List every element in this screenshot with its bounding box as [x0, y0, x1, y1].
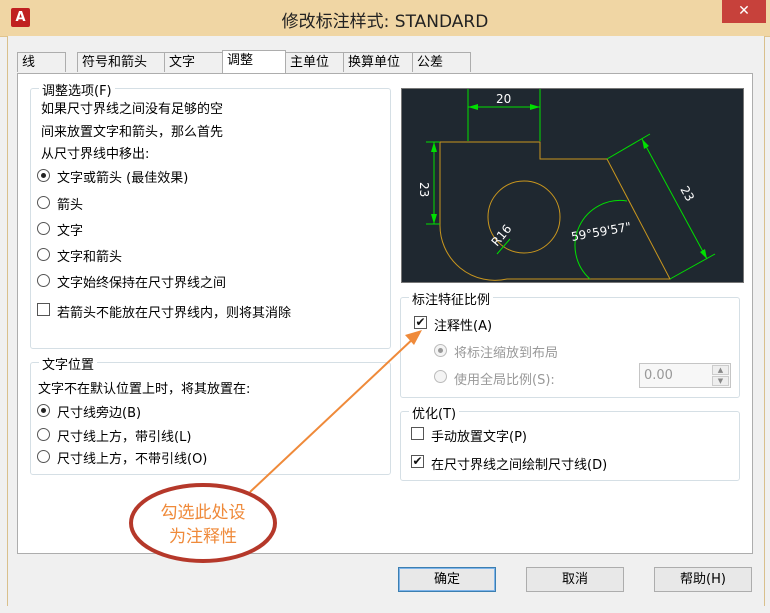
- cancel-button[interactable]: 取消: [526, 567, 624, 592]
- ok-button[interactable]: 确定: [398, 567, 496, 592]
- tab-fit[interactable]: 调整: [222, 50, 286, 73]
- annotation-overlay: 勾选此处设 为注释性: [129, 330, 422, 563]
- callout-text-line1: 勾选此处设: [161, 503, 246, 523]
- help-button[interactable]: 帮助(H): [654, 567, 752, 592]
- annotation-arrow: [249, 335, 417, 493]
- callout-text-line2: 为注释性: [169, 527, 237, 547]
- callout-bubble: [129, 483, 277, 563]
